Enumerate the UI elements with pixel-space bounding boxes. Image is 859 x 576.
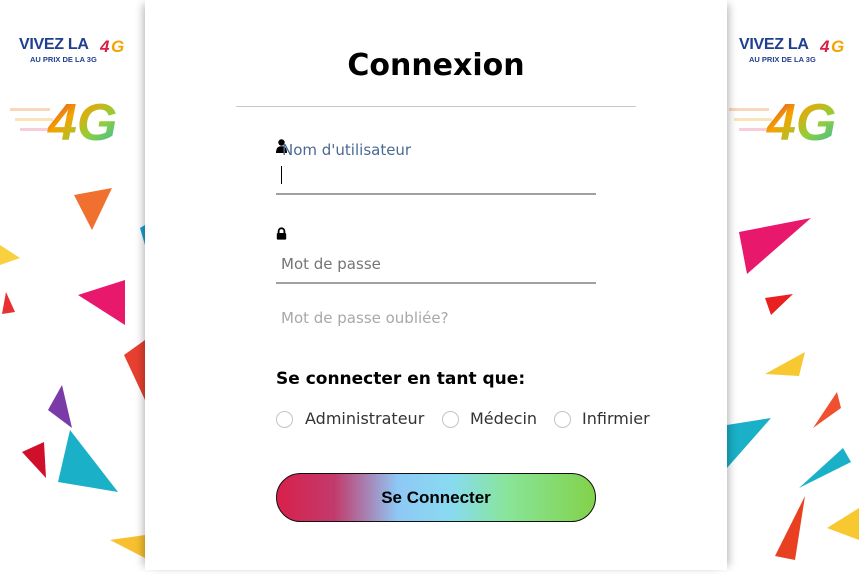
username-underline [276, 193, 596, 195]
role-heading: Se connecter en tant que: [276, 369, 526, 389]
right-promo-panel: VIVEZ LA 4 G AU PRIX DE LA 3G 4G [727, 0, 859, 576]
forgot-password-link[interactable]: Mot de passe oubliée? [281, 309, 449, 327]
username-label: Nom d'utilisateur [282, 141, 412, 159]
password-input[interactable] [281, 252, 593, 276]
radio-label-medecin[interactable]: Médecin [470, 409, 537, 428]
login-button[interactable]: Se Connecter [276, 473, 596, 522]
left-promo-panel: VIVEZ LA 4 G AU PRIX DE LA 3G 4G [0, 0, 145, 576]
title-divider [236, 106, 636, 107]
text-caret [281, 166, 282, 184]
radio-label-administrateur[interactable]: Administrateur [305, 409, 424, 428]
radio-label-infirmier[interactable]: Infirmier [582, 409, 650, 428]
radio-infirmier[interactable] [554, 411, 571, 428]
confetti-decoration [727, 218, 859, 560]
page-title: Connexion [347, 48, 525, 83]
password-underline [276, 282, 596, 284]
radio-administrateur[interactable] [276, 411, 293, 428]
confetti-decoration [0, 188, 145, 558]
lock-icon [276, 227, 287, 240]
username-input[interactable] [281, 164, 593, 186]
radio-medecin[interactable] [442, 411, 459, 428]
login-card: Connexion Nom d'utilisateur Mot de passe… [145, 0, 727, 570]
